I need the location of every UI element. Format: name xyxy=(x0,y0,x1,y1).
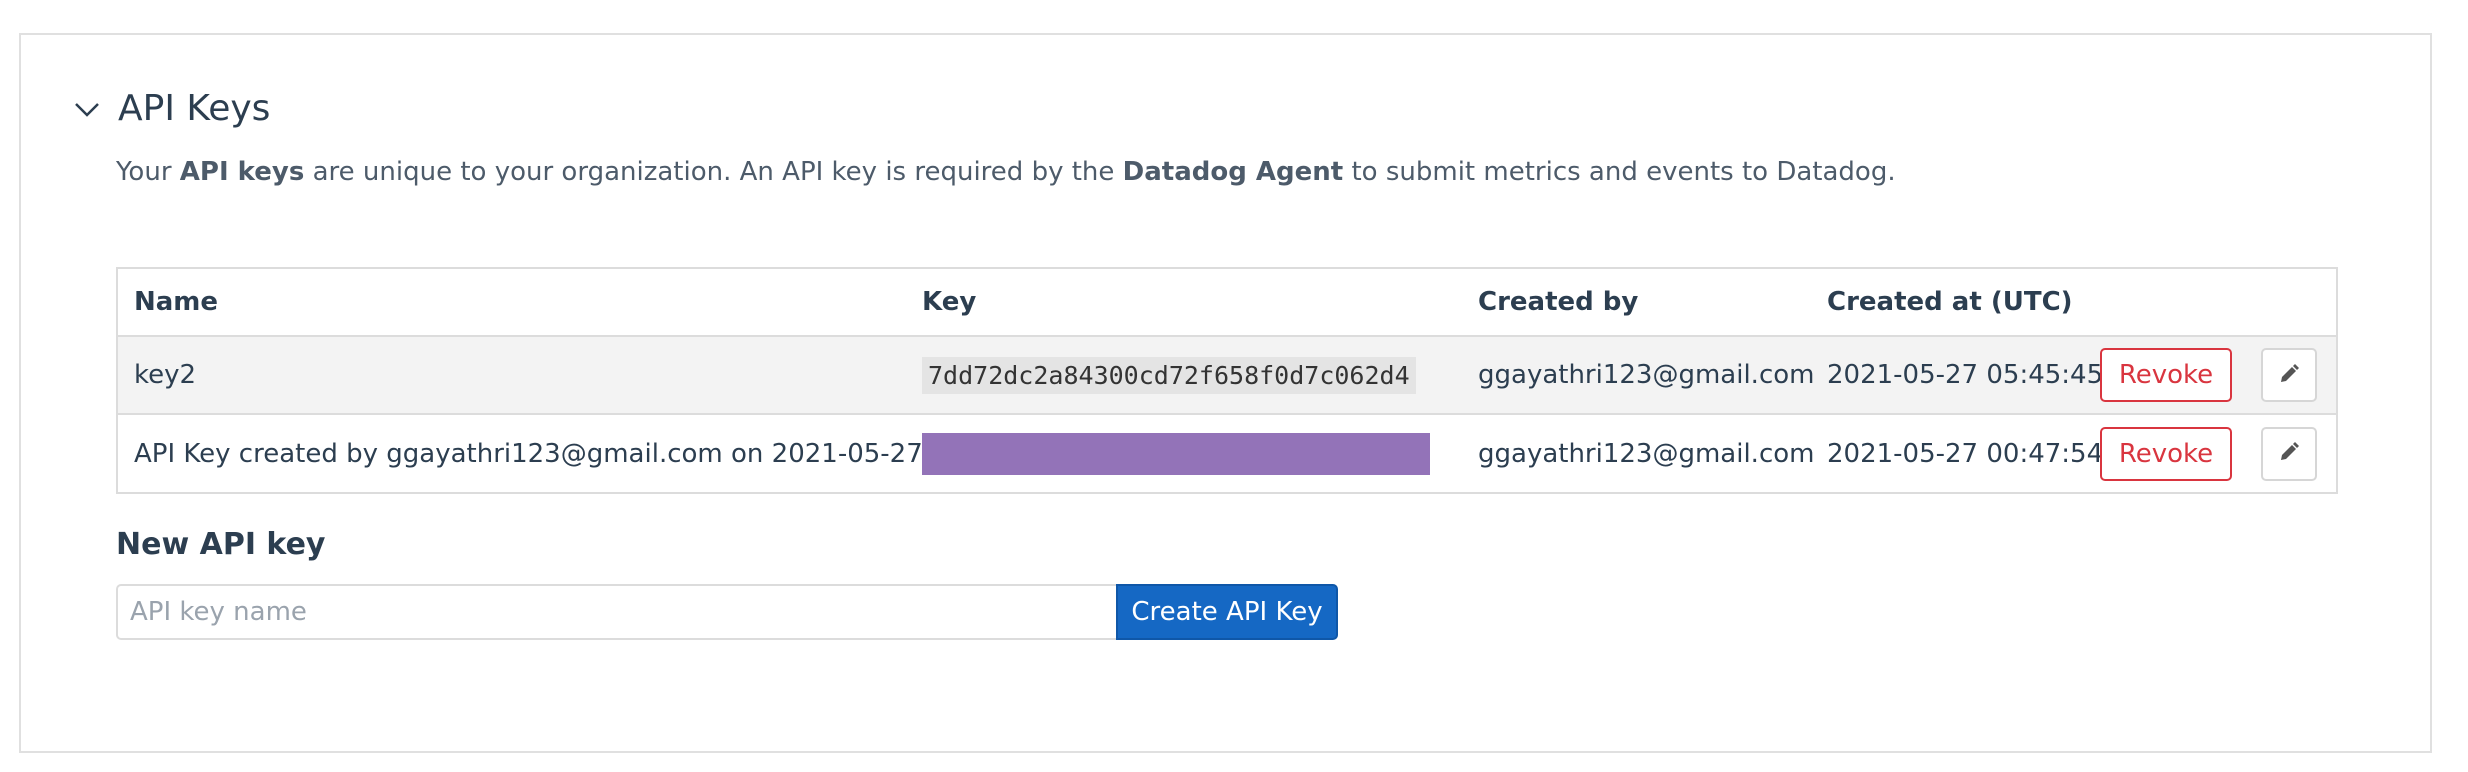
column-header-created-at: Created at (UTC) xyxy=(1827,287,2073,317)
column-header-name: Name xyxy=(134,287,219,317)
revoke-button[interactable]: Revoke xyxy=(2100,348,2232,402)
key-created-at: 2021-05-27 05:45:45 xyxy=(1827,360,2104,390)
column-header-key: Key xyxy=(922,287,977,317)
description-text: to submit metrics and events to Datadog. xyxy=(1343,157,1896,187)
key-created-by: ggayathri123@gmail.com xyxy=(1478,360,1815,390)
key-name: API Key created by ggayathri123@gmail.co… xyxy=(134,438,923,469)
api-keys-table: Name Key Created by Created at (UTC) key… xyxy=(116,267,2338,494)
section-description: Your API keys are unique to your organiz… xyxy=(116,157,1896,187)
section-header[interactable]: API Keys xyxy=(72,88,270,129)
revoke-button[interactable]: Revoke xyxy=(2100,426,2232,481)
table-header-row: Name Key Created by Created at (UTC) xyxy=(118,269,2336,337)
pencil-icon xyxy=(2277,362,2301,389)
edit-button[interactable] xyxy=(2261,426,2317,481)
section-title: API Keys xyxy=(118,88,271,129)
key-name: key2 xyxy=(134,360,197,390)
redaction-block xyxy=(922,432,1430,475)
key-value-redacted xyxy=(922,432,1430,475)
description-text: Your xyxy=(116,157,180,187)
key-created-at: 2021-05-27 00:47:54 xyxy=(1827,438,2104,469)
description-text: are unique to your organization. An API … xyxy=(304,157,1123,187)
pencil-icon xyxy=(2277,440,2301,467)
create-api-key-button[interactable]: Create API Key xyxy=(1116,584,1338,640)
column-header-created-by: Created by xyxy=(1478,287,1639,317)
key-created-by: ggayathri123@gmail.com xyxy=(1478,438,1815,469)
chevron-down-icon[interactable] xyxy=(72,94,102,124)
table-row: API Key created by ggayathri123@gmail.co… xyxy=(118,415,2336,492)
api-key-name-input[interactable] xyxy=(116,584,1116,640)
key-value[interactable]: 7dd72dc2a84300cd72f658f0d7c062d4 xyxy=(922,356,1416,394)
description-bold-api-keys: API keys xyxy=(179,157,305,187)
edit-button[interactable] xyxy=(2261,348,2317,402)
new-api-key-label: New API key xyxy=(116,527,326,562)
table-row: key2 7dd72dc2a84300cd72f658f0d7c062d4 gg… xyxy=(118,337,2336,415)
description-bold-datadog-agent: Datadog Agent xyxy=(1122,157,1344,187)
